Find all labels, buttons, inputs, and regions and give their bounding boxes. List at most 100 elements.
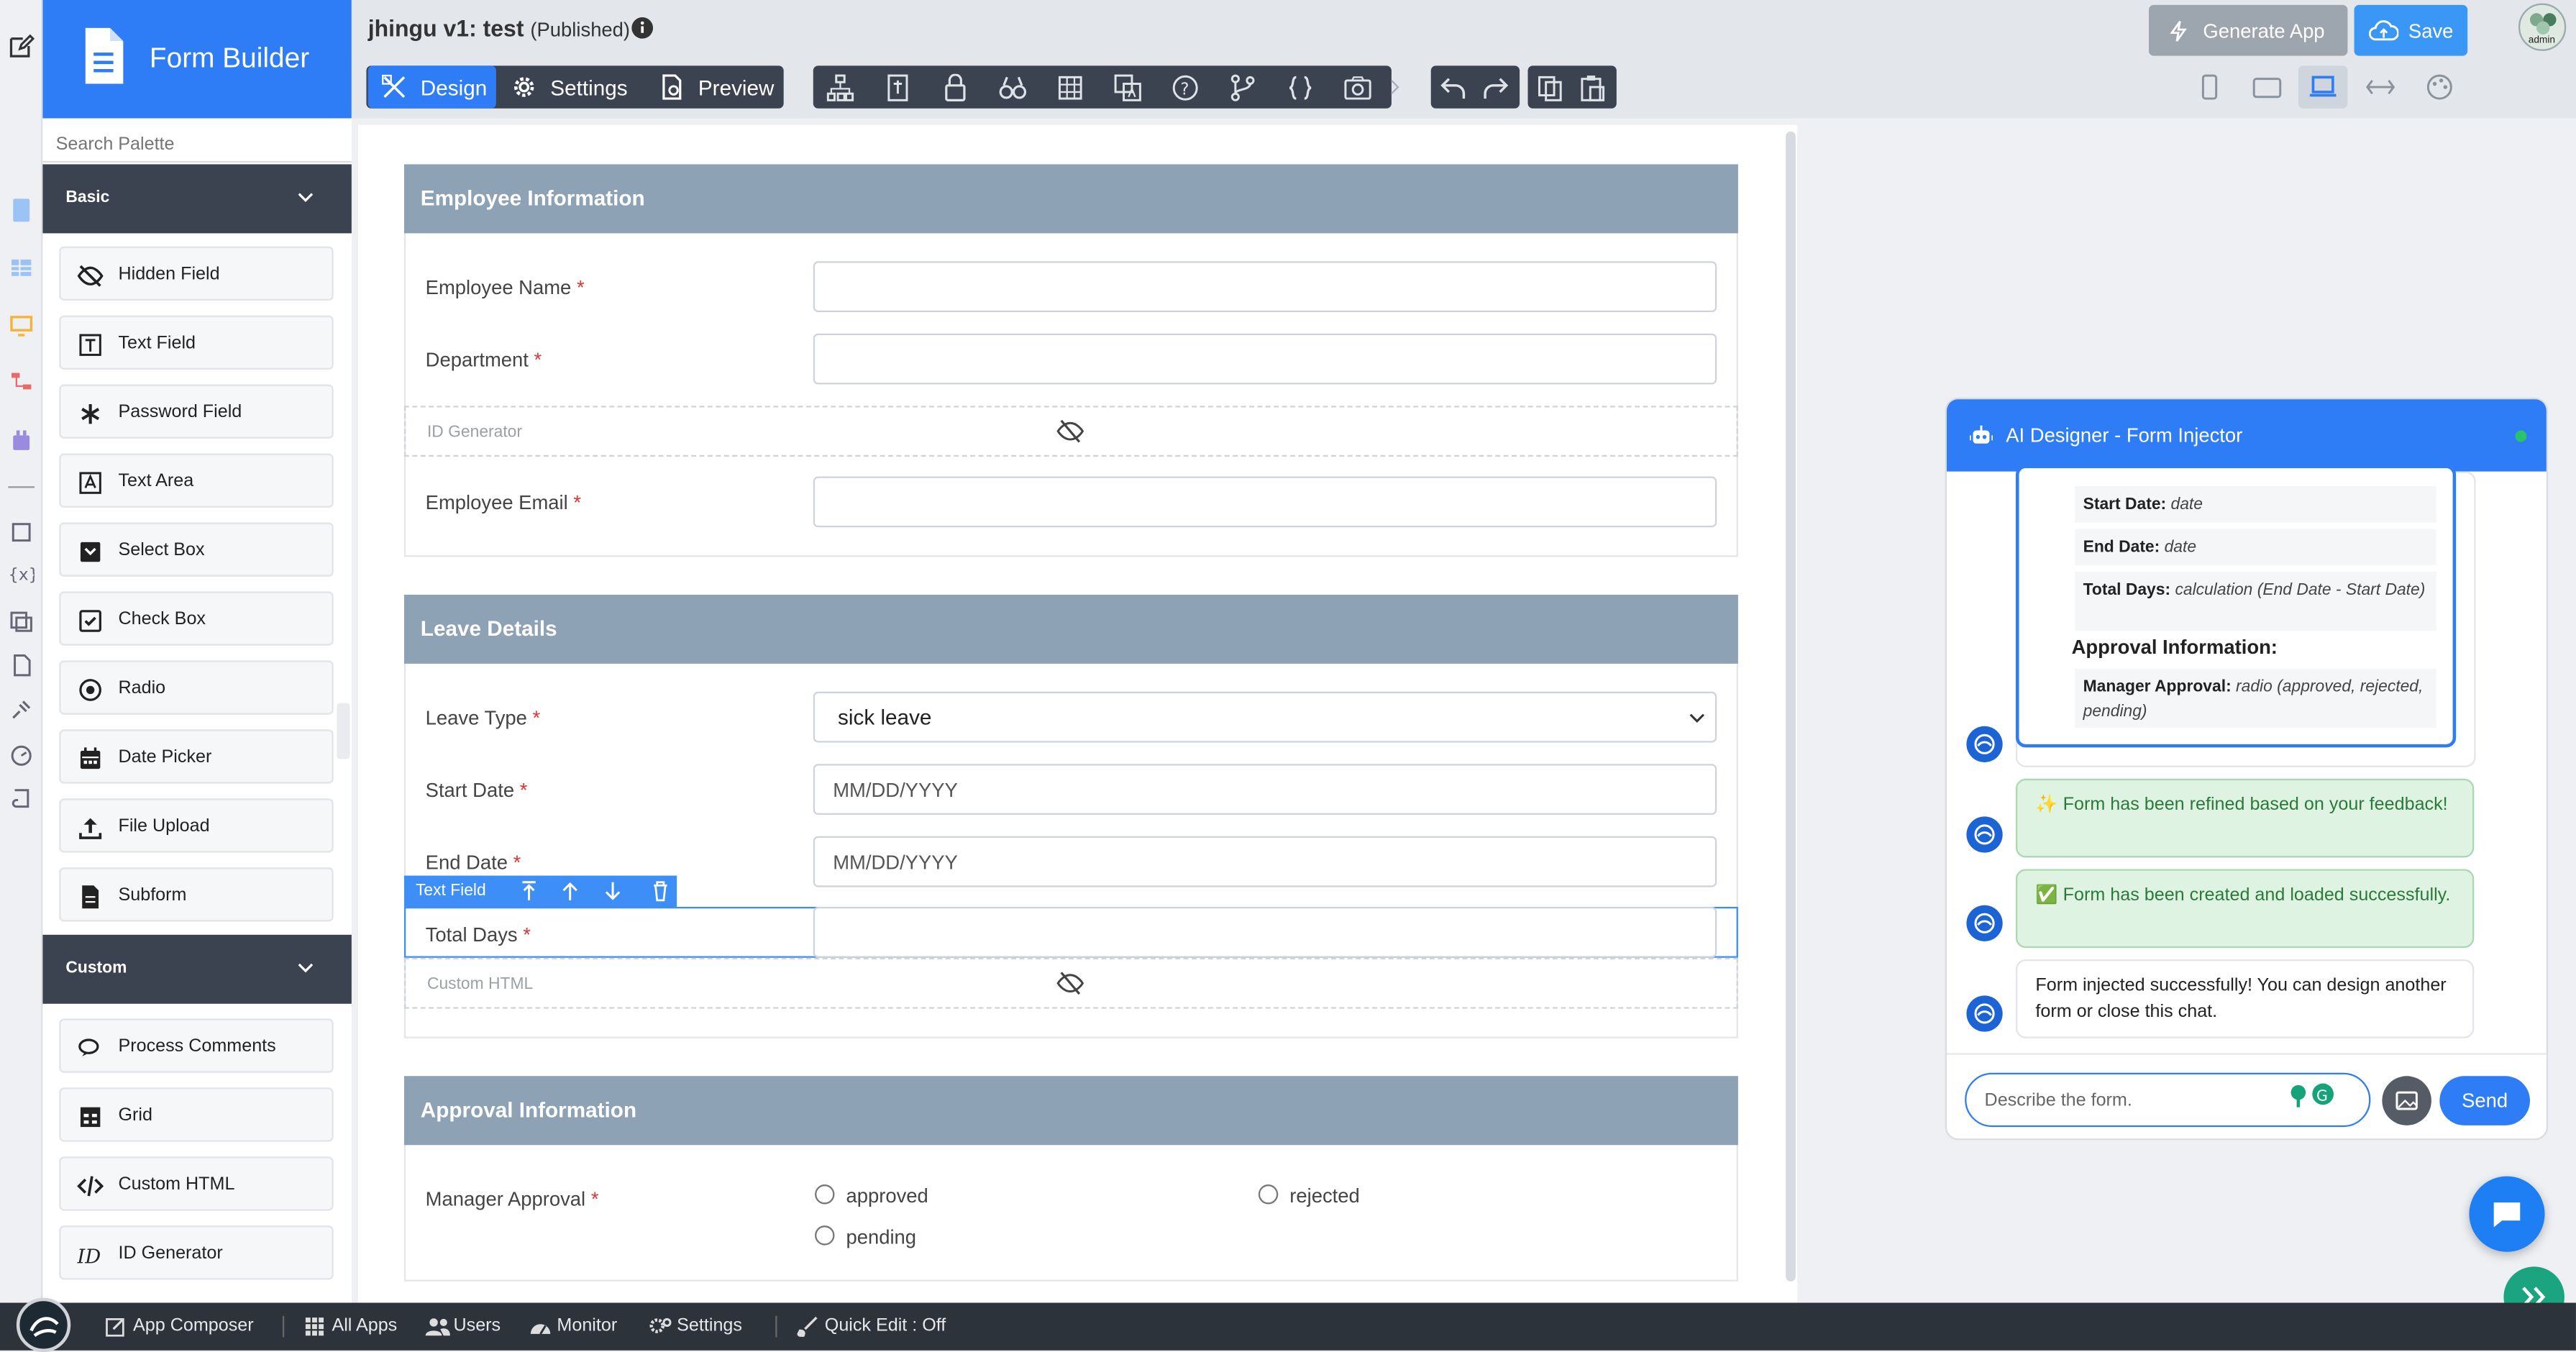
custom-html-field[interactable]: Custom HTML [403, 957, 1738, 1009]
plugin-icon[interactable] [8, 427, 35, 454]
palette-search-input[interactable] [42, 126, 352, 163]
cloud-upload-icon [2369, 20, 2399, 41]
gauge-icon[interactable] [8, 743, 35, 769]
send-button[interactable]: Send [2439, 1076, 2530, 1125]
custom-section-header[interactable]: Custom [42, 934, 352, 1004]
tablet-view-icon[interactable] [2252, 73, 2282, 102]
copy-icon[interactable] [1536, 74, 1564, 102]
section-header-approval[interactable]: Approval Information [403, 1076, 1738, 1146]
palette-item-id-generator[interactable]: ID ID Generator [59, 1225, 334, 1280]
palette-item-label: File Upload [118, 816, 210, 836]
palette-item-text-area[interactable]: Text Area [59, 453, 334, 508]
employee-name-input[interactable] [813, 261, 1717, 313]
radio-approved[interactable] [815, 1184, 835, 1205]
userview-icon[interactable] [8, 312, 35, 339]
undo-icon[interactable] [1439, 74, 1467, 102]
attach-image-button[interactable] [2382, 1076, 2431, 1125]
lock-icon[interactable] [941, 73, 969, 102]
chevron-right-icon[interactable] [1390, 77, 1400, 96]
eye-slash-icon [77, 265, 104, 287]
palette-item-hidden-field[interactable]: Hidden Field [59, 246, 334, 301]
script-icon[interactable] [8, 785, 35, 812]
palette-item-radio[interactable]: Radio [59, 660, 334, 715]
radio-pending[interactable] [815, 1225, 835, 1246]
form-icon[interactable] [8, 197, 35, 224]
translate-icon[interactable] [1114, 74, 1142, 102]
move-top-icon[interactable] [519, 880, 539, 902]
users-label: Users [453, 1315, 501, 1336]
subform-icon [82, 885, 99, 909]
chat-fab-button[interactable] [2469, 1176, 2545, 1252]
palette-item-process-comments[interactable]: Process Comments [59, 1018, 334, 1073]
palette-item-grid[interactable]: Grid [59, 1087, 334, 1142]
variable-icon[interactable]: {x} [8, 560, 35, 587]
palette-item-select-box[interactable]: Select Box [59, 522, 334, 577]
end-date-placeholder: MM/DD/YYYY [833, 851, 958, 874]
info-icon[interactable] [631, 17, 654, 40]
palette-item-subform[interactable]: Subform [59, 867, 334, 922]
required-marker: * [519, 778, 528, 802]
palette-item-date-picker[interactable]: Date Picker [59, 729, 334, 784]
chat-input[interactable]: Describe the form. G [1965, 1072, 2371, 1128]
palette-item-password-field[interactable]: Password Field [59, 384, 334, 439]
platform-logo[interactable] [16, 1297, 71, 1352]
tab-settings[interactable]: Settings [498, 65, 642, 108]
section-header-leave[interactable]: Leave Details [403, 594, 1738, 664]
mobile-view-icon[interactable] [2195, 73, 2224, 102]
total-days-input[interactable] [813, 906, 1717, 958]
summary-value: calculation (End Date - Start Date) [2175, 581, 2426, 600]
expand-width-icon[interactable] [2365, 73, 2395, 102]
start-date-input[interactable]: MM/DD/YYYY [813, 764, 1717, 816]
grammar-icon[interactable]: G [2288, 1082, 2338, 1109]
desktop-view-toggle[interactable] [2298, 65, 2348, 109]
palette-theme-icon[interactable] [2425, 73, 2454, 102]
required-marker: * [573, 491, 582, 515]
palette-item-file-upload[interactable]: File Upload [59, 798, 334, 853]
approval-heading: Approval Information: [2071, 636, 2278, 659]
plug-icon[interactable] [8, 697, 35, 723]
arrow-down-icon[interactable] [603, 880, 622, 902]
camera-icon[interactable] [1344, 74, 1372, 102]
employee-email-input[interactable] [813, 476, 1717, 528]
palette-item-check-box[interactable]: Check Box [59, 591, 334, 646]
sitemap-icon[interactable] [826, 74, 854, 102]
radio-rejected[interactable] [1258, 1184, 1279, 1205]
id-generator-field[interactable]: ID Generator [403, 406, 1738, 457]
canvas-scrollbar[interactable] [1786, 131, 1796, 1282]
palette-item-custom-html[interactable]: Custom HTML [59, 1156, 334, 1211]
tab-preview[interactable]: Preview [646, 65, 784, 108]
end-date-input[interactable]: MM/DD/YYYY [813, 836, 1717, 887]
resources-icon[interactable] [8, 608, 35, 634]
datalist-icon[interactable] [8, 255, 35, 281]
arrow-up-icon[interactable] [560, 880, 580, 902]
avatar[interactable]: admin [2518, 3, 2567, 51]
palette-item-label: Process Comments [118, 1036, 276, 1056]
palette-collapse-handle[interactable] [337, 703, 350, 759]
text-field-icon [79, 334, 101, 356]
note-icon[interactable] [8, 519, 35, 546]
redo-icon[interactable] [1482, 74, 1510, 102]
table-icon[interactable] [1056, 74, 1084, 102]
help-icon[interactable]: ? [1171, 74, 1200, 102]
process-icon[interactable] [8, 368, 35, 395]
edit-icon[interactable] [8, 33, 35, 60]
leave-type-select[interactable]: sick leave [813, 691, 1717, 743]
basic-section-header[interactable]: Basic [42, 164, 352, 234]
branch-icon[interactable] [1229, 74, 1257, 102]
bot-logo-icon [1974, 734, 1995, 754]
tab-design[interactable]: Design [367, 65, 496, 109]
chat-message-refined: ✨ Form has been refined based on your fe… [2015, 778, 2475, 858]
braces-icon[interactable] [1287, 74, 1315, 102]
paste-icon[interactable] [1579, 74, 1607, 102]
trash-icon[interactable] [651, 880, 670, 902]
binoculars-icon[interactable] [999, 74, 1027, 102]
section-header-employee[interactable]: Employee Information [403, 164, 1738, 234]
department-input[interactable] [813, 333, 1717, 385]
save-button[interactable]: Save [2354, 4, 2468, 56]
chat-bubble-icon [2493, 1202, 2521, 1228]
palette-item-label: Check Box [118, 609, 206, 629]
page-icon[interactable] [884, 74, 912, 102]
palette-item-text-field[interactable]: Text Field [59, 315, 334, 370]
file-icon[interactable] [8, 652, 35, 679]
generate-app-button[interactable]: Generate App [2148, 4, 2348, 56]
